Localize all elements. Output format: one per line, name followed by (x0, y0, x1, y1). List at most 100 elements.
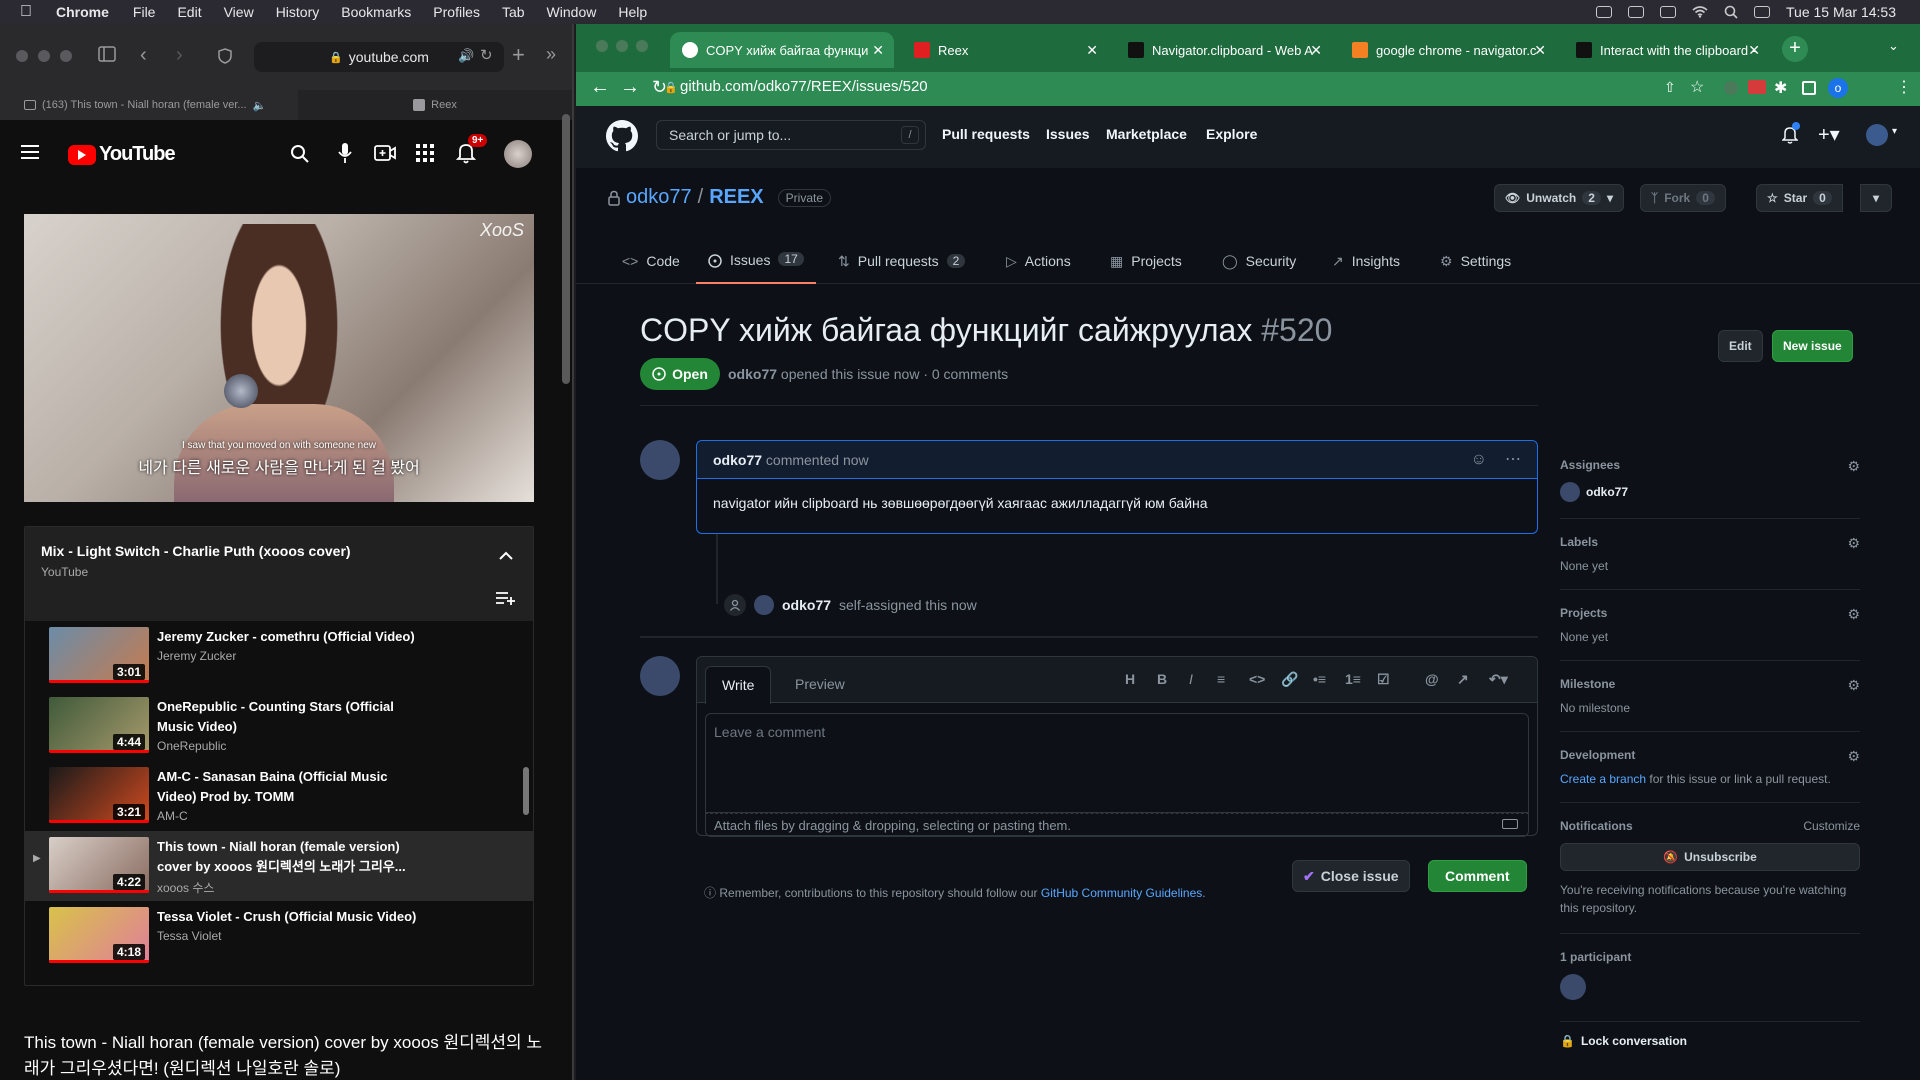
video-player[interactable]: XooS I saw that you moved on with someon… (24, 214, 534, 502)
status-icon[interactable] (1596, 6, 1612, 18)
tab-preview[interactable]: Preview (779, 666, 861, 704)
sidebar-heading[interactable]: Development (1560, 748, 1860, 762)
playlist-item[interactable]: 4:18 Tessa Violet - Crush (Official Music… (25, 901, 533, 971)
video-name[interactable]: OneRepublic - Counting Stars (Official M… (157, 697, 417, 737)
video-thumbnail[interactable]: 3:21 (49, 767, 149, 823)
profile-avatar[interactable]: o (1828, 78, 1848, 98)
task-list-icon[interactable]: ☑ (1377, 671, 1390, 688)
mention-icon[interactable]: @ (1425, 671, 1439, 687)
mute-tab-icon[interactable]: 🔈 (253, 99, 267, 112)
video-thumbnail[interactable]: 4:44 (49, 697, 149, 753)
side-panel-icon[interactable] (1802, 81, 1816, 95)
search-icon[interactable] (290, 144, 310, 164)
menu-view[interactable]: View (224, 4, 254, 20)
tab-github-issue[interactable]: COPY хийж байгаа функци ✕ (670, 32, 894, 68)
window-minimize-button[interactable] (38, 50, 50, 62)
new-issue-button[interactable]: New issue (1772, 330, 1853, 362)
tab-reex[interactable]: Reex (298, 90, 572, 120)
window-close-button[interactable] (596, 40, 608, 52)
comment-timestamp[interactable]: commented now (766, 452, 869, 468)
menu-history[interactable]: History (276, 4, 320, 20)
tab-stackoverflow[interactable]: google chrome - navigator.c ✕ (1340, 32, 1556, 68)
gear-icon[interactable]: ⚙ (1847, 535, 1860, 552)
puzzle-extensions-icon[interactable]: ✱ (1774, 78, 1787, 98)
github-logo-icon[interactable] (606, 120, 638, 152)
tab-insights[interactable]: ↗ Insights (1332, 246, 1400, 276)
star-dropdown-button[interactable]: ▾ (1860, 184, 1892, 212)
kebab-menu-icon[interactable]: ⋮ (1896, 77, 1912, 97)
page-scrollbar[interactable] (562, 114, 570, 384)
tab-mdn-clipboard-guide[interactable]: Interact with the clipboard - ✕ (1564, 32, 1770, 68)
shield-icon[interactable] (218, 48, 232, 64)
tab-reex[interactable]: Reex ✕ (902, 32, 1108, 68)
emoji-reaction-icon[interactable]: ☺ (1471, 451, 1487, 469)
new-tab-icon[interactable]: + (512, 42, 525, 68)
create-video-icon[interactable] (374, 144, 396, 162)
sidebar-heading[interactable]: Assignees (1560, 458, 1860, 472)
participant-avatar[interactable] (1560, 974, 1586, 1000)
playlist-scrollbar[interactable] (523, 767, 529, 815)
window-minimize-button[interactable] (616, 40, 628, 52)
comment-button[interactable]: Comment (1428, 860, 1527, 892)
sidebar-heading[interactable]: Milestone (1560, 677, 1860, 691)
assign-actor-link[interactable]: odko77 (782, 597, 831, 613)
clock[interactable]: Tue 15 Mar 14:53 (1786, 4, 1896, 20)
issue-author-link[interactable]: odko77 (728, 366, 777, 382)
create-new-plus-icon[interactable]: +▾ (1818, 122, 1840, 147)
back-arrow-icon[interactable]: ‹ (140, 44, 147, 67)
cross-reference-icon[interactable]: ↗ (1457, 671, 1469, 688)
overflow-chevron-icon[interactable]: » (546, 44, 556, 65)
share-icon[interactable]: ⇧ (1664, 79, 1676, 96)
audio-playing-icon[interactable]: 🔊 (458, 48, 474, 64)
gmail-extension-icon[interactable] (1748, 80, 1766, 94)
attach-files-area[interactable]: Attach files by dragging & dropping, sel… (705, 813, 1529, 837)
nav-explore[interactable]: Explore (1206, 126, 1257, 142)
bold-icon[interactable]: B (1157, 671, 1167, 687)
gear-icon[interactable]: ⚙ (1847, 458, 1860, 475)
bookmark-star-icon[interactable]: ☆ (1690, 77, 1704, 97)
unwatch-button[interactable]: 👁 Unwatch 2 ▾ (1494, 184, 1624, 212)
apps-grid-icon[interactable] (416, 144, 434, 162)
search-input[interactable]: Search or jump to... / (656, 120, 926, 150)
user-menu-chevron-icon[interactable]: ▾ (1892, 126, 1897, 137)
video-name[interactable]: Tessa Violet - Crush (Official Music Vid… (157, 907, 417, 927)
close-tab-icon[interactable]: ✕ (1748, 42, 1760, 59)
sidebar-toggle-icon[interactable] (98, 46, 116, 62)
tab-pull-requests[interactable]: ⇅ Pull requests 2 (838, 246, 966, 276)
heading-icon[interactable]: H (1125, 671, 1135, 687)
keyboard-icon[interactable] (1628, 6, 1644, 18)
forward-arrow-icon[interactable]: → (620, 76, 640, 99)
quote-icon[interactable]: ≡ (1217, 671, 1225, 687)
link-icon[interactable]: 🔗 (1281, 671, 1298, 688)
tab-code[interactable]: <> Code (622, 246, 680, 276)
italic-icon[interactable]: I (1189, 671, 1193, 687)
tab-mdn-navigator-clipboard[interactable]: Navigator.clipboard - Web A ✕ (1116, 32, 1332, 68)
avatar[interactable] (640, 440, 680, 480)
search-icon[interactable] (1724, 5, 1738, 19)
assignee[interactable]: odko77 (1560, 482, 1860, 502)
control-center-icon[interactable] (1754, 6, 1770, 18)
reply-icon[interactable]: ↶▾ (1489, 671, 1508, 688)
close-tab-icon[interactable]: ✕ (1086, 42, 1098, 59)
video-thumbnail[interactable]: 3:01 (49, 627, 149, 683)
tab-search-chevron-icon[interactable]: ⌄ (1888, 38, 1899, 54)
menu-tab[interactable]: Tab (502, 4, 525, 20)
lock-icon[interactable]: 🔒 (664, 81, 678, 94)
customize-link[interactable]: Customize (1803, 819, 1860, 833)
tab-projects[interactable]: ▦ Projects (1110, 246, 1182, 276)
repo-name-link[interactable]: REEX (709, 186, 763, 209)
back-arrow-icon[interactable]: ← (590, 76, 610, 99)
menu-edit[interactable]: Edit (177, 4, 201, 20)
microphone-icon[interactable] (338, 142, 352, 164)
window-zoom-button[interactable] (636, 40, 648, 52)
avatar[interactable] (754, 595, 774, 615)
playlist-item[interactable]: 4:44 OneRepublic - Counting Stars (Offici… (25, 691, 533, 761)
sidebar-heading[interactable]: Labels (1560, 535, 1860, 549)
sidebar-heading[interactable]: Projects (1560, 606, 1860, 620)
youtube-logo[interactable]: YouTube (68, 143, 176, 166)
create-branch-link[interactable]: Create a branch (1560, 772, 1646, 786)
markdown-icon[interactable] (1502, 819, 1518, 829)
repo-owner-link[interactable]: odko77 (626, 186, 692, 209)
save-playlist-icon[interactable] (495, 591, 517, 605)
nav-marketplace[interactable]: Marketplace (1106, 126, 1187, 142)
